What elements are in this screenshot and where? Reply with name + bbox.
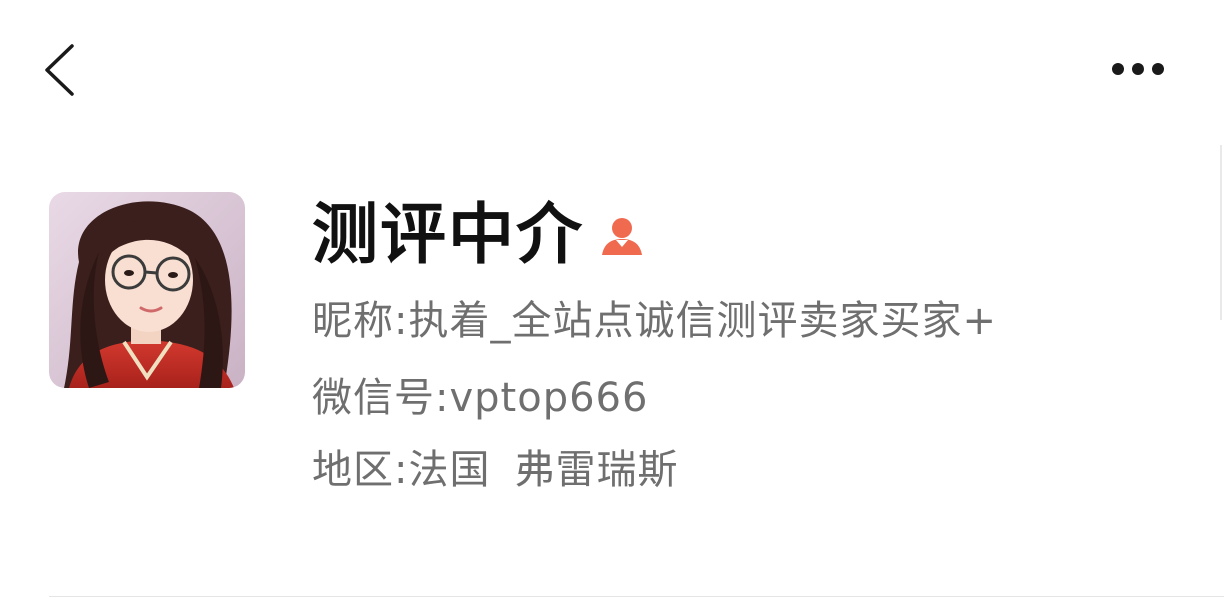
divider (49, 596, 1224, 597)
region-line: 地区:法国 弗雷瑞斯 (312, 440, 678, 500)
region-city: 弗雷瑞斯 (514, 447, 679, 493)
region-label: 地区: (312, 447, 409, 493)
wechat-id-line: 微信号:vptop666 (312, 368, 648, 428)
back-button[interactable] (36, 40, 86, 100)
profile-card: 测评中介 昵称:执着_全站点诚信测评卖家买家+ 微信号:vptop666 地区:… (0, 190, 1224, 510)
name-row: 测评中介 (312, 190, 646, 280)
avatar-photo (49, 192, 245, 388)
avatar[interactable] (49, 192, 245, 388)
wechat-id-value[interactable]: vptop666 (449, 375, 648, 421)
nickname-label: 昵称: (312, 298, 409, 344)
female-user-icon (598, 211, 646, 259)
more-horizontal-icon (1112, 63, 1164, 75)
wechat-id-label: 微信号: (312, 375, 450, 421)
nickname-value: 执着_全站点诚信测评卖家买家+ (408, 298, 997, 344)
region-country: 法国 (408, 447, 491, 493)
display-name: 测评中介 (312, 196, 584, 273)
nickname-line: 昵称:执着_全站点诚信测评卖家买家+ (312, 291, 997, 351)
top-bar (0, 0, 1224, 140)
chevron-left-icon (45, 44, 74, 96)
more-button[interactable] (1100, 50, 1180, 90)
